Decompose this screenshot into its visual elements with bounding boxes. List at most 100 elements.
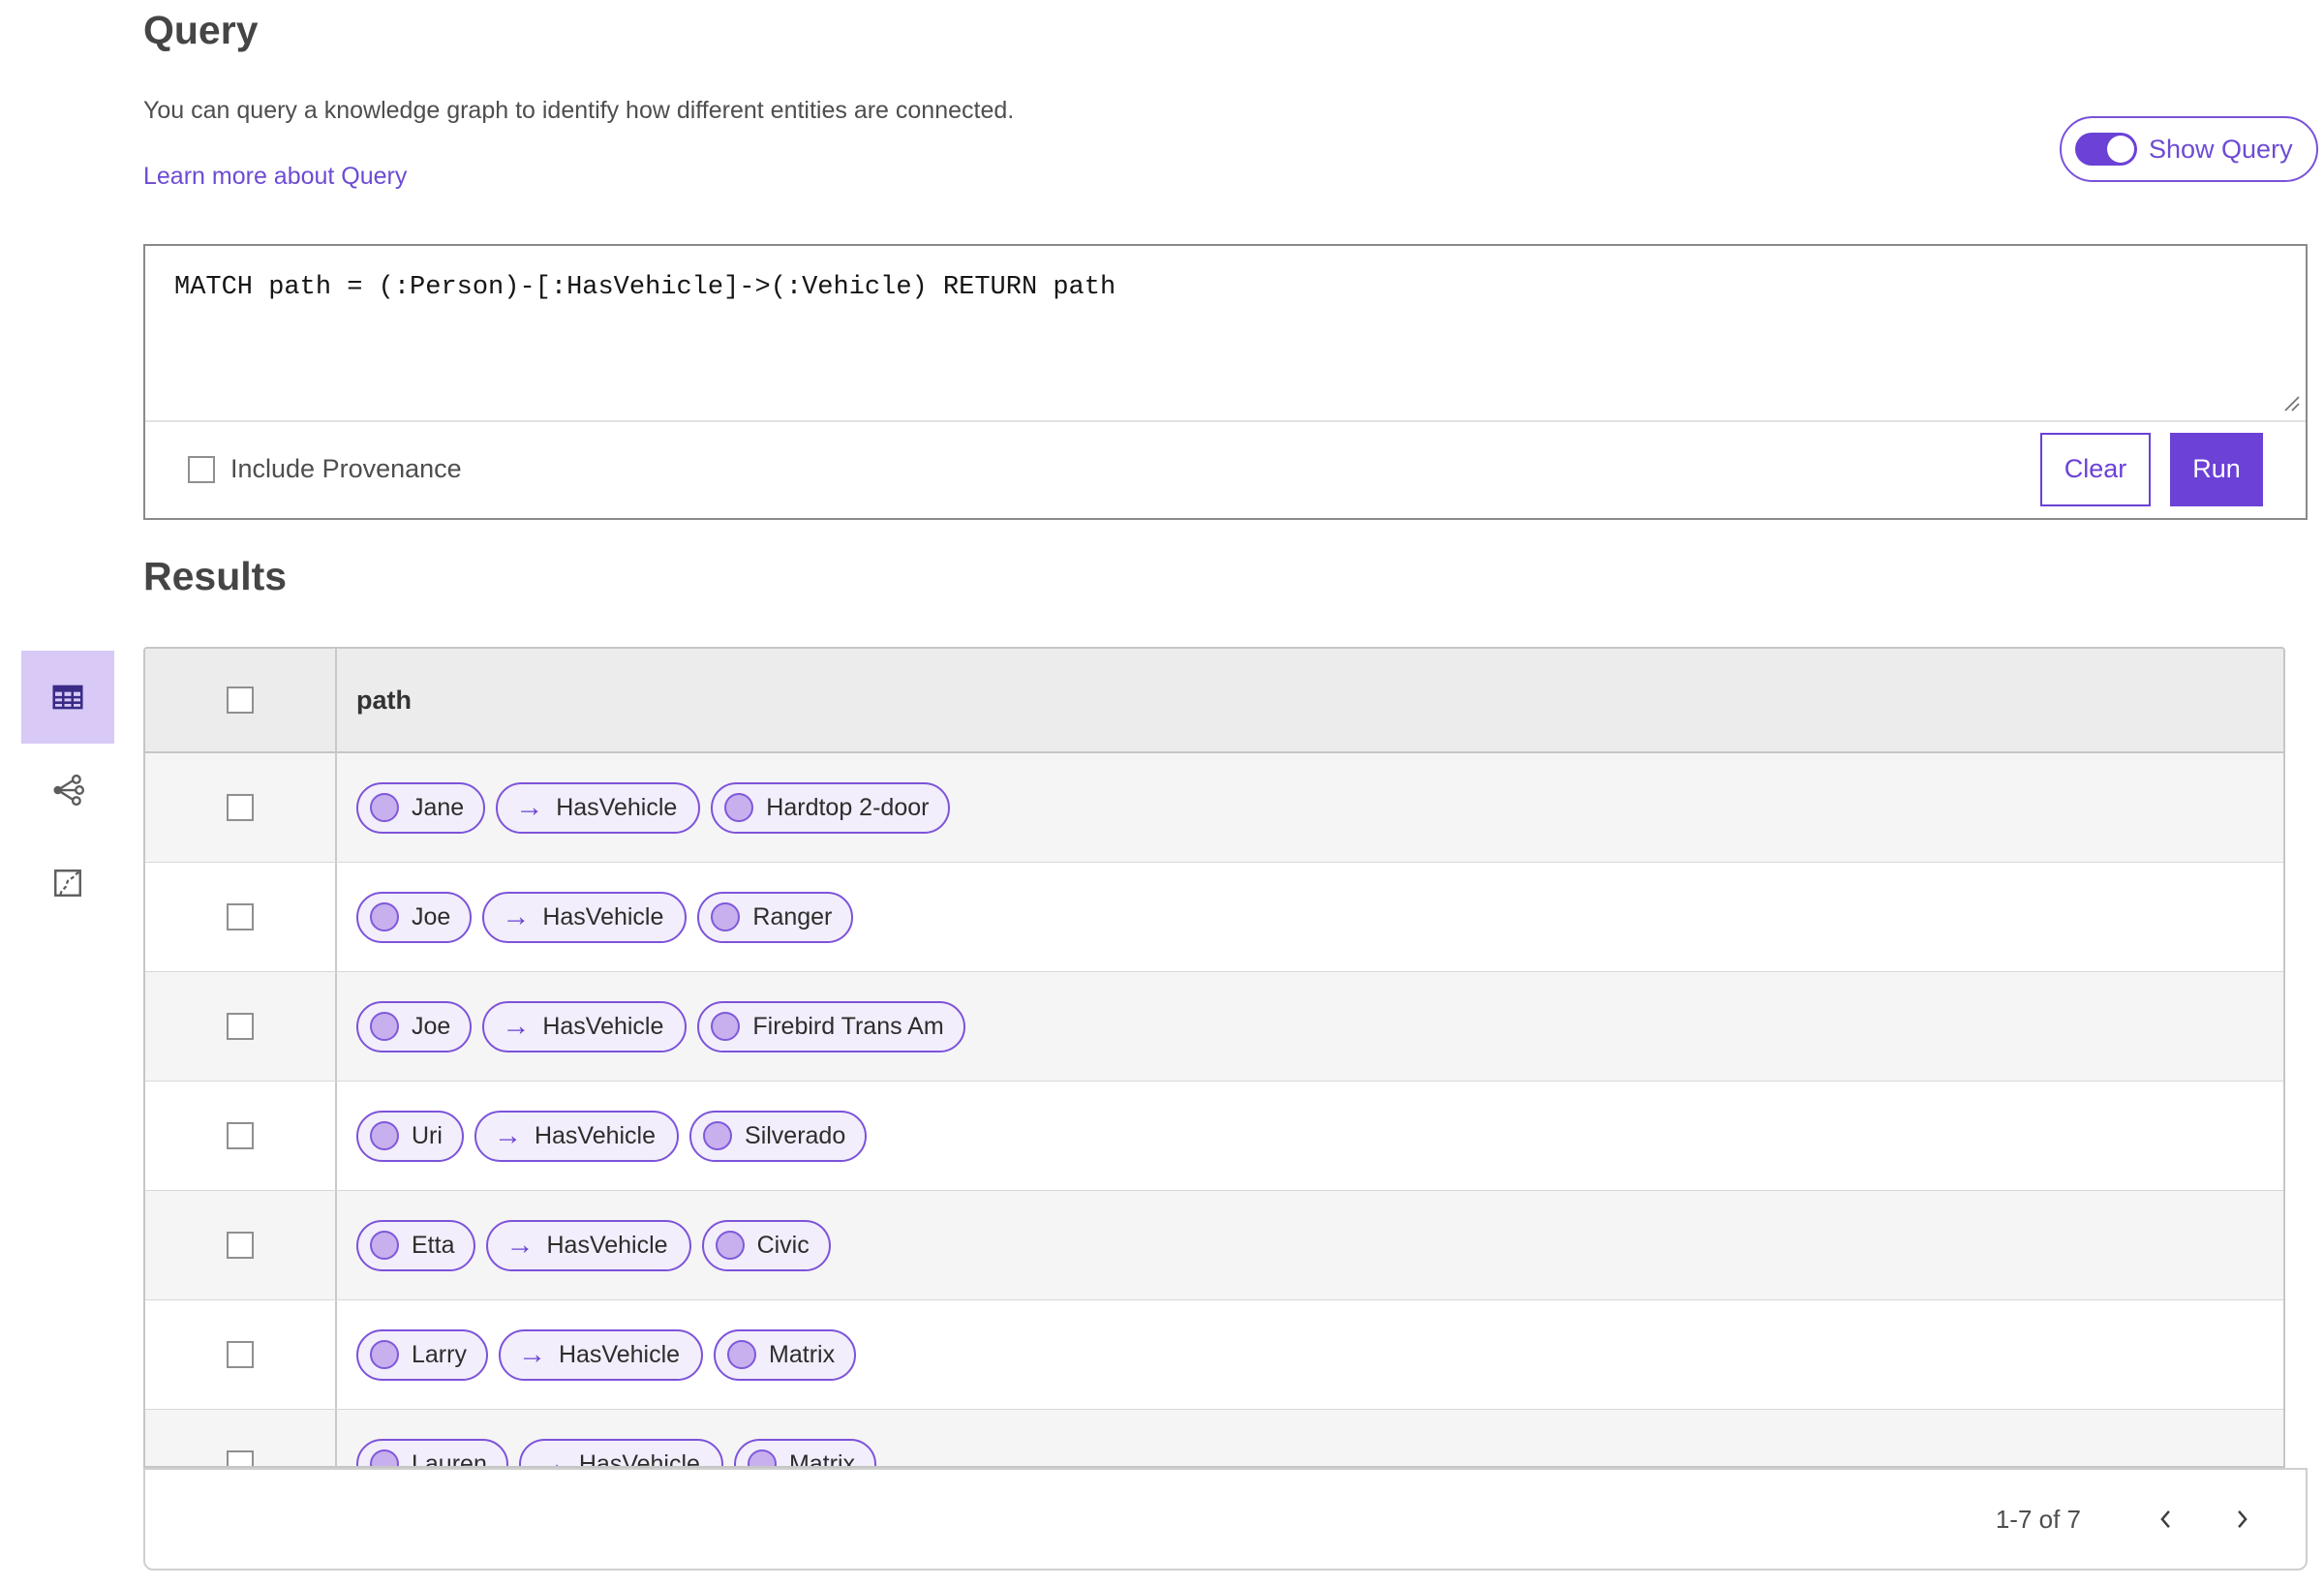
- path-target-pill[interactable]: Silverado: [689, 1110, 868, 1162]
- include-provenance-option[interactable]: Include Provenance: [188, 454, 462, 484]
- entity-node-icon: [370, 1012, 399, 1041]
- edge-arrow-icon: →: [502, 900, 531, 932]
- path-target-label: Matrix: [788, 1449, 855, 1468]
- map-icon: [54, 869, 81, 897]
- entity-node-icon: [711, 902, 741, 931]
- sidebar-item-table-view[interactable]: [21, 651, 114, 744]
- table-row: Etta → HasVehicle Civic: [145, 1191, 2283, 1300]
- path-cell: Etta → HasVehicle Civic: [337, 1191, 2283, 1299]
- path-target-pill[interactable]: Ranger: [697, 891, 854, 943]
- table-row: Larry → HasVehicle Matrix: [145, 1300, 2283, 1410]
- path-target-label: Hardtop 2-door: [766, 793, 930, 821]
- include-provenance-checkbox[interactable]: [188, 455, 215, 483]
- pagination-bar: 1-7 of 7: [143, 1468, 2308, 1571]
- path-source-label: Joe: [412, 902, 451, 930]
- row-select-cell: [145, 863, 337, 971]
- row-checkbox[interactable]: [227, 1341, 254, 1368]
- resize-grip-icon[interactable]: [2283, 395, 2301, 412]
- entity-node-icon: [370, 1449, 399, 1466]
- column-header-label: path: [356, 685, 412, 715]
- select-all-checkbox[interactable]: [227, 686, 254, 714]
- path-source-pill[interactable]: Lauren: [356, 1438, 508, 1468]
- table-body: Jane → HasVehicle Hardtop 2-door Joe → H…: [145, 753, 2283, 1468]
- row-checkbox[interactable]: [227, 1450, 254, 1466]
- sidebar-item-link-chart-view[interactable]: [21, 744, 114, 837]
- path-edge-pill[interactable]: → HasVehicle: [496, 781, 701, 834]
- path-source-pill[interactable]: Larry: [356, 1328, 488, 1381]
- edge-arrow-icon: →: [505, 1229, 535, 1261]
- path-edge-label: HasVehicle: [534, 1121, 657, 1149]
- table-icon: [52, 685, 83, 710]
- chevron-right-icon: [2238, 1510, 2248, 1528]
- path-target-pill[interactable]: Matrix: [733, 1438, 876, 1468]
- next-page-button[interactable]: [2220, 1498, 2263, 1540]
- run-button[interactable]: Run: [2170, 432, 2263, 506]
- path-edge-pill[interactable]: → HasVehicle: [482, 1000, 688, 1052]
- path-edge-pill[interactable]: → HasVehicle: [498, 1328, 704, 1381]
- path-source-pill[interactable]: Joe: [356, 1000, 473, 1052]
- page-description: You can query a knowledge graph to ident…: [143, 97, 1015, 124]
- row-select-cell: [145, 1191, 337, 1299]
- path-cell: Larry → HasVehicle Matrix: [337, 1300, 2283, 1409]
- path-source-pill[interactable]: Jane: [356, 781, 486, 834]
- table-row: Joe → HasVehicle Firebird Trans Am: [145, 972, 2283, 1082]
- path-cell: Joe → HasVehicle Ranger: [337, 863, 2283, 971]
- path-source-label: Joe: [412, 1012, 451, 1040]
- show-query-label: Show Query: [2149, 134, 2293, 164]
- path-edge-pill[interactable]: → HasVehicle: [482, 891, 688, 943]
- row-checkbox[interactable]: [227, 1013, 254, 1040]
- path-source-pill[interactable]: Etta: [356, 1219, 476, 1271]
- include-provenance-label: Include Provenance: [230, 454, 462, 483]
- path-cell: Uri → HasVehicle Silverado: [337, 1082, 2283, 1190]
- path-source-label: Lauren: [412, 1449, 487, 1468]
- path-target-label: Firebird Trans Am: [752, 1012, 944, 1040]
- path-edge-label: HasVehicle: [556, 793, 678, 821]
- path-edge-label: HasVehicle: [542, 902, 664, 930]
- path-target-pill[interactable]: Civic: [701, 1219, 831, 1271]
- show-query-toggle[interactable]: Show Query: [2060, 116, 2318, 182]
- path-target-pill[interactable]: Matrix: [714, 1328, 857, 1381]
- row-checkbox[interactable]: [227, 1122, 254, 1149]
- entity-node-icon: [727, 1340, 757, 1369]
- results-table: path Jane → HasVehicle Hardtop 2-door Jo…: [143, 647, 2285, 1468]
- query-editor[interactable]: MATCH path = (:Person)-[:HasVehicle]->(:…: [145, 246, 2306, 420]
- path-target-pill[interactable]: Hardtop 2-door: [711, 781, 951, 834]
- path-edge-pill[interactable]: → HasVehicle: [474, 1110, 680, 1162]
- edge-arrow-icon: →: [502, 1010, 531, 1042]
- entity-node-icon: [370, 1231, 399, 1260]
- row-select-cell: [145, 1082, 337, 1190]
- row-checkbox[interactable]: [227, 903, 254, 930]
- path-source-pill[interactable]: Uri: [356, 1110, 464, 1162]
- toggle-knob: [2107, 136, 2134, 163]
- path-edge-label: HasVehicle: [558, 1340, 681, 1368]
- path-target-label: Ranger: [752, 902, 833, 930]
- table-row: Joe → HasVehicle Ranger: [145, 863, 2283, 972]
- page-title: Query: [143, 8, 259, 52]
- path-edge-pill[interactable]: → HasVehicle: [486, 1219, 691, 1271]
- path-cell: Jane → HasVehicle Hardtop 2-door: [337, 753, 2283, 862]
- clear-button[interactable]: Clear: [2040, 432, 2151, 506]
- row-checkbox[interactable]: [227, 794, 254, 821]
- row-select-cell: [145, 1300, 337, 1409]
- row-checkbox[interactable]: [227, 1232, 254, 1259]
- entity-node-icon: [747, 1449, 777, 1466]
- path-edge-pill[interactable]: → HasVehicle: [518, 1438, 723, 1466]
- toggle-switch-icon[interactable]: [2075, 133, 2137, 166]
- query-editor-area: MATCH path = (:Person)-[:HasVehicle]->(:…: [145, 246, 2306, 422]
- learn-more-link[interactable]: Learn more about Query: [143, 163, 407, 191]
- query-panel-footer: Include Provenance Clear Run: [145, 422, 2306, 516]
- path-source-label: Uri: [412, 1121, 443, 1149]
- previous-page-button[interactable]: [2145, 1498, 2187, 1540]
- sidebar-item-map-view[interactable]: [21, 837, 114, 930]
- query-panel: MATCH path = (:Person)-[:HasVehicle]->(:…: [143, 244, 2308, 520]
- table-header-row: path: [145, 649, 2283, 753]
- path-target-label: Matrix: [769, 1340, 836, 1368]
- path-source-label: Jane: [412, 793, 465, 821]
- view-switcher: [21, 651, 114, 930]
- link-chart-icon: [53, 774, 85, 807]
- path-target-pill[interactable]: Firebird Trans Am: [697, 1000, 965, 1052]
- path-source-pill[interactable]: Joe: [356, 891, 473, 943]
- row-select-cell: [145, 972, 337, 1081]
- path-cell: Joe → HasVehicle Firebird Trans Am: [337, 972, 2283, 1081]
- entity-node-icon: [715, 1231, 745, 1260]
